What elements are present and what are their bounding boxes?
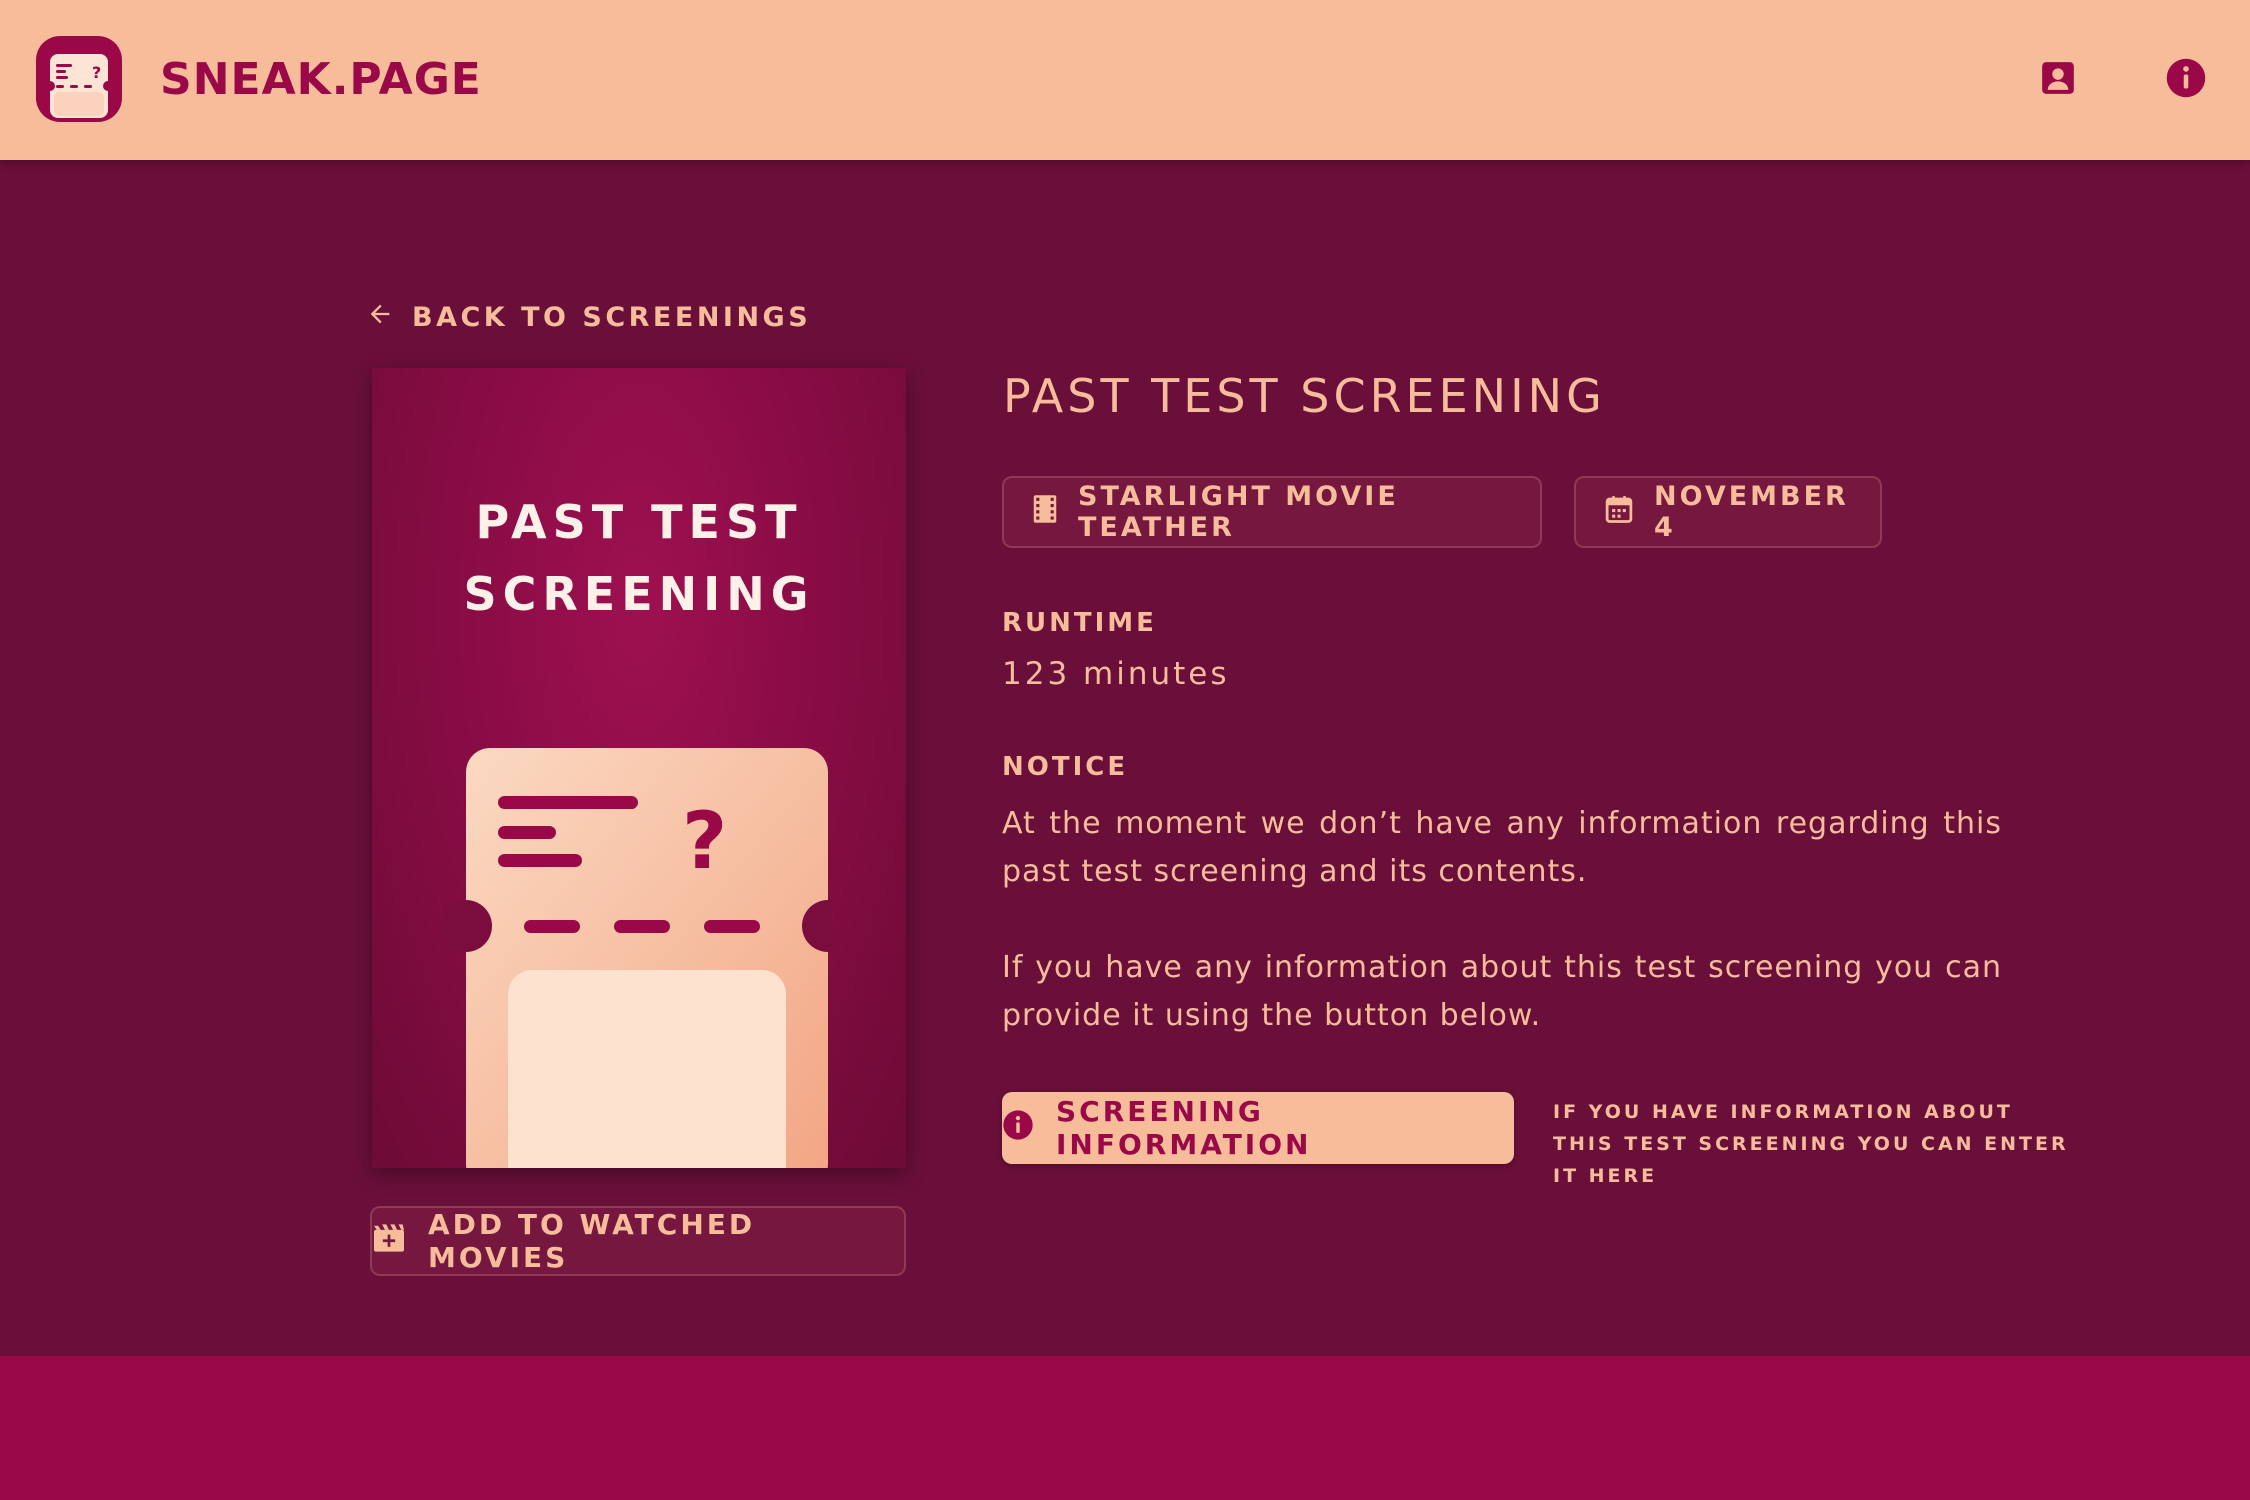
- back-to-screenings-link[interactable]: BACK TO SCREENINGS: [366, 300, 811, 335]
- screening-information-hint: IF YOU HAVE INFORMATION ABOUT THIS TEST …: [1553, 1101, 2069, 1187]
- svg-text:?: ?: [92, 63, 101, 82]
- info-button[interactable]: [2156, 50, 2216, 110]
- ticket-question-icon: ?: [440, 748, 854, 1168]
- screening-information-button[interactable]: SCREENING INFORMATION: [1002, 1092, 1514, 1164]
- date-chip[interactable]: NOVEMBER 4: [1574, 476, 1882, 548]
- movie-add-icon: [372, 1223, 406, 1260]
- arrow-left-icon: [366, 300, 394, 335]
- screening-date: NOVEMBER 4: [1654, 481, 1849, 543]
- page-title: PAST TEST SCREENING: [1003, 369, 1606, 423]
- notice-paragraph-2: If you have any information about this t…: [1002, 950, 2002, 1033]
- svg-text:?: ?: [682, 797, 727, 887]
- film-icon: [1032, 494, 1058, 531]
- movie-poster: PAST TEST SCREENING ?: [372, 368, 906, 1168]
- runtime-label: RUNTIME: [1002, 608, 1157, 638]
- brand-name[interactable]: SNEAK.PAGE: [160, 52, 482, 108]
- runtime-value: 123 minutes: [1002, 656, 1230, 692]
- cinema-name: STARLIGHT MOVIE TEATHER: [1078, 481, 1399, 543]
- add-to-watched-button[interactable]: ADD TO WATCHED MOVIES: [370, 1206, 906, 1276]
- ticket-question-icon[interactable]: ?: [36, 36, 122, 122]
- info-circle-icon: [2165, 57, 2207, 103]
- cinema-chip[interactable]: STARLIGHT MOVIE TEATHER: [1002, 476, 1542, 548]
- page-footer: [0, 1356, 2250, 1500]
- calendar-icon: [1604, 494, 1634, 531]
- account-box-icon: [2039, 59, 2077, 101]
- screening-detail-page: BACK TO SCREENINGS PAST TEST SCREENING ?: [0, 160, 2250, 1356]
- back-link-label: BACK TO SCREENINGS: [412, 302, 812, 333]
- add-to-watched-label: ADD TO WATCHED MOVIES: [428, 1208, 756, 1274]
- info-circle-icon: [1002, 1109, 1034, 1148]
- notice-paragraph-1: At the moment we don’t have any informat…: [1002, 806, 2002, 889]
- app-header: ? SNEAK.PAGE: [0, 0, 2250, 160]
- profile-button[interactable]: [2028, 50, 2088, 110]
- screening-information-label: SCREENING INFORMATION: [1056, 1095, 1312, 1161]
- poster-title: PAST TEST SCREENING: [463, 495, 815, 621]
- notice-label: NOTICE: [1002, 752, 1129, 782]
